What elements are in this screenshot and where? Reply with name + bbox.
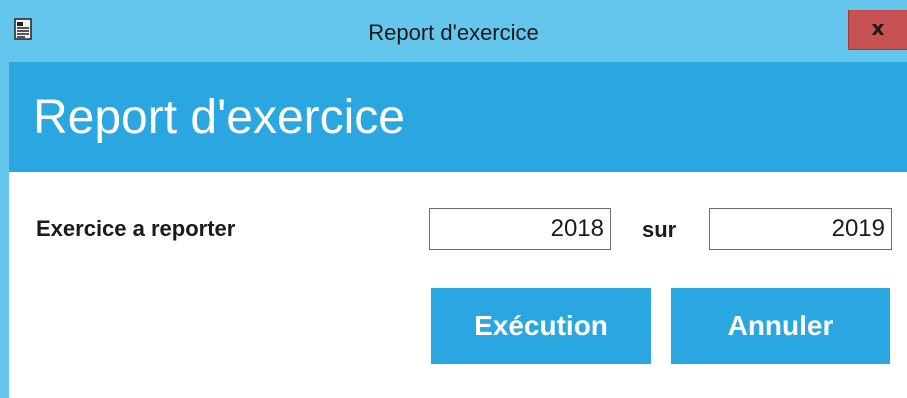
exercise-label: Exercice a reporter <box>36 216 236 241</box>
page-title: Report d'exercice <box>33 91 405 144</box>
close-button[interactable]: x <box>848 10 907 50</box>
execute-button[interactable]: Exécution <box>431 288 651 364</box>
window-border <box>0 0 9 398</box>
header-banner: Report d'exercice <box>9 62 907 172</box>
to-year-input[interactable] <box>709 208 892 250</box>
title-bar[interactable]: Report d'exercice x <box>0 0 907 62</box>
dialog-window: Report d'exercice x Report d'exercice Ex… <box>0 0 907 398</box>
separator-label: sur <box>642 217 677 242</box>
window-title: Report d'exercice <box>368 20 539 45</box>
from-year-input[interactable] <box>429 208 611 250</box>
close-icon: x <box>871 16 885 40</box>
cancel-button[interactable]: Annuler <box>671 288 890 364</box>
